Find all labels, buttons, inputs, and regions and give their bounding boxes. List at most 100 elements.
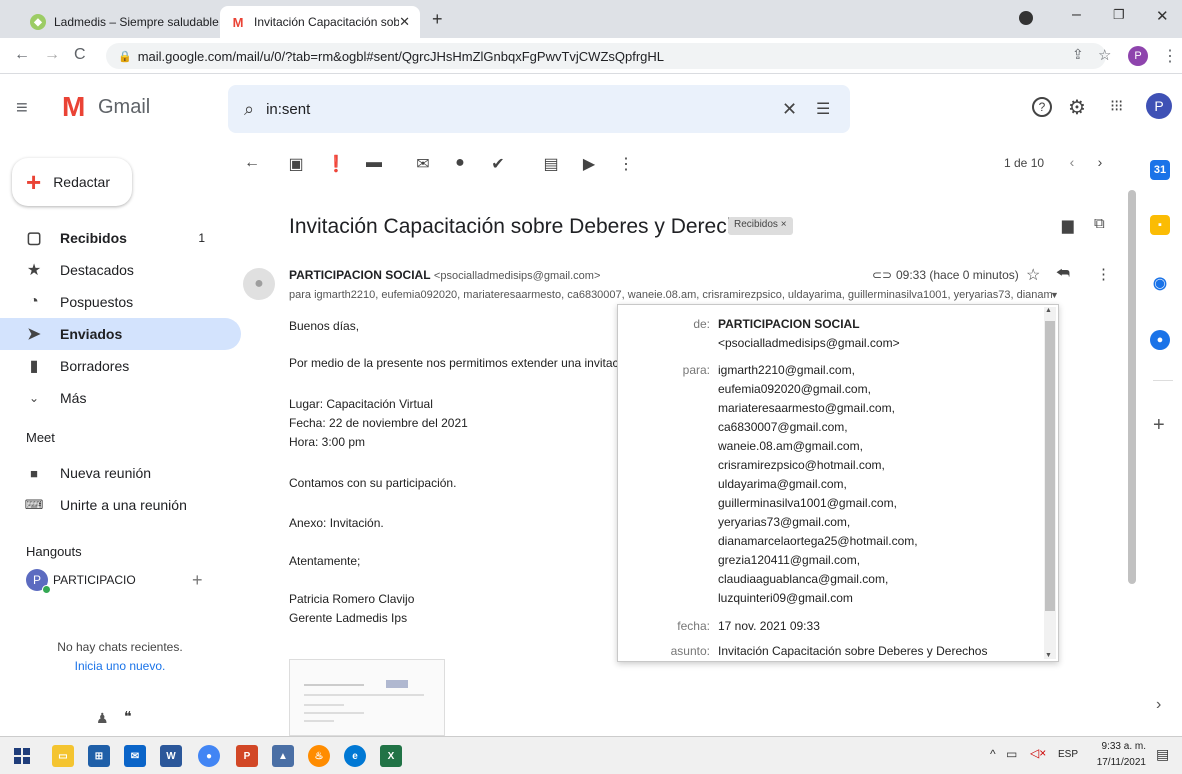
add-addon-icon[interactable]: + xyxy=(1153,414,1165,437)
search-bar[interactable]: ⌕ ✕ ☰ xyxy=(228,85,850,133)
gmail-logo-icon[interactable]: M xyxy=(62,92,85,122)
mail-app-icon[interactable]: ✉ xyxy=(124,745,146,767)
reply-icon[interactable]: ⮪ xyxy=(1056,265,1070,282)
notifications-icon[interactable]: ▤ xyxy=(1156,746,1169,763)
sidebar-item-recibidos[interactable]: ▢ Recibidos 1 xyxy=(0,222,241,254)
paint-icon[interactable]: ▲ xyxy=(272,745,294,767)
help-icon[interactable]: ? xyxy=(1032,97,1052,117)
clock-time[interactable]: 9:33 a. m. xyxy=(1092,741,1146,752)
file-explorer-icon[interactable]: ▭ xyxy=(52,745,74,767)
attachment-indicator-icon: ⊂⊃ xyxy=(872,268,893,282)
add-chat-icon[interactable]: + xyxy=(192,570,203,591)
network-icon[interactable]: ▭ xyxy=(1006,747,1017,761)
compose-button[interactable]: + Redactar xyxy=(12,158,132,206)
word-icon[interactable]: W xyxy=(160,745,182,767)
scroll-down-icon[interactable]: ▼ xyxy=(1045,652,1052,659)
restore-button[interactable]: ❐ xyxy=(1113,7,1125,23)
reload-icon[interactable]: C xyxy=(74,46,86,64)
expand-rail-icon[interactable]: › xyxy=(1156,696,1161,714)
minimize-button[interactable]: – xyxy=(1072,6,1081,24)
tasks-icon[interactable]: ◉ xyxy=(1150,273,1170,293)
contacts-icon[interactable]: ♟ xyxy=(96,710,109,727)
search-input[interactable] xyxy=(264,99,725,119)
browser-more-icon[interactable]: ⋮ xyxy=(1162,46,1178,66)
from-label: de: xyxy=(693,317,710,331)
chrome-icon[interactable]: ● xyxy=(198,745,220,767)
calendar-icon[interactable]: 31 xyxy=(1150,160,1170,180)
forward-icon[interactable]: → xyxy=(44,46,60,64)
label-chip[interactable]: Recibidos × xyxy=(728,217,793,235)
newer-icon[interactable]: ‹ xyxy=(1062,154,1082,170)
powerpoint-icon[interactable]: P xyxy=(236,745,258,767)
tray-overflow-icon[interactable]: ^ xyxy=(990,747,996,761)
start-new-chat-link[interactable]: Inicia uno nuevo. xyxy=(0,659,240,673)
edge-icon[interactable]: e xyxy=(344,745,366,767)
flame-app-icon[interactable]: ♨ xyxy=(308,745,330,767)
main-menu-icon[interactable]: ≡ xyxy=(16,97,28,120)
message-scrollbar[interactable] xyxy=(1128,190,1136,584)
back-icon[interactable]: ← xyxy=(14,46,30,64)
language-indicator[interactable]: ESP xyxy=(1058,749,1078,760)
label-icon[interactable]: ▶ xyxy=(579,154,599,174)
popup-scroll-thumb[interactable] xyxy=(1045,321,1055,611)
snooze-icon[interactable]: ● xyxy=(450,154,470,172)
apps-grid-icon[interactable]: ⁝⁝⁝ xyxy=(1110,96,1123,116)
report-spam-icon[interactable]: ❗ xyxy=(326,154,346,174)
add-task-icon[interactable]: ✔ xyxy=(488,154,508,174)
from-name: PARTICIPACION SOCIAL xyxy=(718,317,860,331)
sidebar-item-pospuestos[interactable]: ◔ Pospuestos xyxy=(0,286,241,318)
clear-search-icon[interactable]: ✕ xyxy=(782,99,797,120)
browser-profile-avatar[interactable]: P xyxy=(1128,46,1148,66)
windows-start-icon[interactable] xyxy=(14,748,30,764)
popup-scrollbar[interactable]: ▲ ▼ xyxy=(1044,307,1056,659)
sidebar-item-enviados[interactable]: ➤ Enviados xyxy=(0,318,241,350)
account-avatar[interactable]: P xyxy=(1146,93,1172,119)
share-icon[interactable]: ⇪ xyxy=(1072,46,1084,63)
hangouts-quote-icon[interactable]: ❝ xyxy=(124,708,132,725)
archive-icon[interactable]: ▣ xyxy=(286,154,306,174)
move-to-icon[interactable]: ▤ xyxy=(541,154,561,174)
browser-menu-icon[interactable] xyxy=(1019,11,1033,25)
show-details-icon[interactable]: ▼ xyxy=(1050,290,1059,300)
print-icon[interactable]: ▆ xyxy=(1062,216,1074,234)
sidebar-item-destacados[interactable]: ★ Destacados xyxy=(0,254,241,286)
browser-tab-gmail[interactable]: M Invitación Capacitación sobre De ✕ xyxy=(220,6,420,38)
new-tab-button[interactable]: + xyxy=(432,9,443,30)
scroll-up-icon[interactable]: ▲ xyxy=(1045,307,1052,314)
star-toggle-icon[interactable]: ☆ xyxy=(1026,265,1040,285)
mark-unread-icon[interactable]: ✉ xyxy=(413,154,433,174)
excel-icon[interactable]: X xyxy=(380,745,402,767)
meet-new-meeting[interactable]: ■ Nueva reunión xyxy=(0,457,241,489)
url-bar[interactable]: 🔒 mail.google.com/mail/u/0/?tab=rm&ogbl#… xyxy=(106,43,1106,69)
close-icon[interactable]: ✕ xyxy=(399,14,410,30)
older-icon[interactable]: › xyxy=(1090,154,1110,170)
body-atentamente: Atentamente; xyxy=(289,554,361,568)
back-to-list-icon[interactable]: ← xyxy=(242,154,262,172)
bookmark-star-icon[interactable]: ☆ xyxy=(1098,46,1111,64)
recipient: grezia120411@gmail.com, xyxy=(718,553,861,567)
more-actions-icon[interactable]: ⋮ xyxy=(616,154,636,174)
sender-line: PARTICIPACION SOCIAL <psocialladmedisips… xyxy=(289,268,600,282)
window-close-button[interactable]: ✕ xyxy=(1156,7,1169,25)
hangouts-user-name[interactable]: PARTICIPACIO xyxy=(53,573,136,587)
sidebar-item-borradores[interactable]: ▮ Borradores xyxy=(0,350,241,382)
settings-gear-icon[interactable]: ⚙ xyxy=(1068,95,1086,120)
volume-muted-icon[interactable]: ◁× xyxy=(1030,746,1046,760)
message-more-icon[interactable]: ⋮ xyxy=(1096,265,1111,283)
remove-label-icon[interactable]: × xyxy=(781,219,787,230)
recipients-line[interactable]: para igmarth2210, eufemia092020, mariate… xyxy=(289,289,1059,301)
search-icon[interactable]: ⌕ xyxy=(244,99,254,120)
attachment-thumbnail[interactable] xyxy=(289,659,445,736)
keep-icon[interactable]: ▪ xyxy=(1150,215,1170,235)
delete-icon[interactable]: ▬ xyxy=(364,154,384,172)
browser-tab-ladmedis[interactable]: ◆ Ladmedis – Siempre saludable ✕ xyxy=(20,6,220,38)
sidebar-item-mas[interactable]: ⌄ Más xyxy=(0,382,241,414)
open-new-window-icon[interactable]: ⧉ xyxy=(1094,215,1105,232)
store-icon[interactable]: ⊞ xyxy=(88,745,110,767)
search-options-icon[interactable]: ☰ xyxy=(816,99,830,119)
gmail-logo-text[interactable]: Gmail xyxy=(98,96,150,119)
meet-join-meeting[interactable]: ⌨ Unirte a una reunión xyxy=(0,489,241,521)
recipients-summary: para igmarth2210, eufemia092020, mariate… xyxy=(289,289,1053,301)
contacts-rail-icon[interactable]: ● xyxy=(1150,330,1170,350)
clock-date[interactable]: 17/11/2021 xyxy=(1086,757,1146,768)
